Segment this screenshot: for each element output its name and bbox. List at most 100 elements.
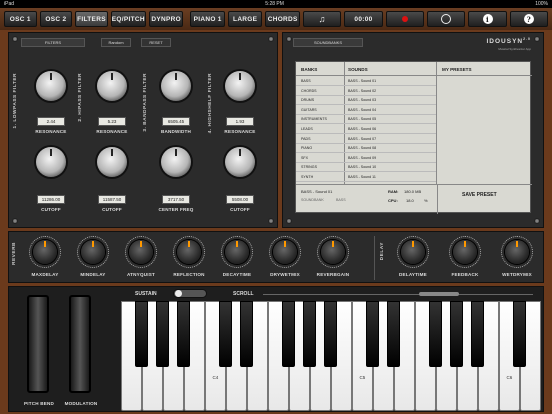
- row-divider: [296, 123, 344, 125]
- black-key[interactable]: [177, 301, 191, 367]
- header-divider: [296, 75, 532, 76]
- sound-item[interactable]: BASS - Sound 08: [348, 146, 376, 150]
- reverb-section-label: REVERB: [12, 242, 17, 265]
- bandpass-bandwidth-knob[interactable]: [161, 71, 191, 101]
- bank-item[interactable]: STRINGS: [301, 165, 317, 169]
- scroll-thumb[interactable]: [419, 292, 459, 296]
- modulation-wheel[interactable]: [69, 295, 91, 393]
- highshelf-cutoff-knob[interactable]: [225, 147, 255, 177]
- bank-item[interactable]: SFX: [301, 156, 308, 160]
- hipass-resonance-value: 5.23: [98, 117, 126, 126]
- row-divider: [344, 94, 436, 96]
- bank-item[interactable]: LEADS: [301, 127, 313, 131]
- globe-icon: [441, 14, 452, 24]
- black-key[interactable]: [324, 301, 338, 367]
- octave-label: C6: [506, 375, 513, 380]
- reverb-atnyquist-knob[interactable]: [129, 240, 153, 264]
- black-key[interactable]: [450, 301, 464, 367]
- lowpass-cutoff-knob[interactable]: [36, 147, 66, 177]
- tab-filters[interactable]: FILTERS: [75, 11, 108, 27]
- black-key[interactable]: [513, 301, 527, 367]
- current-sound: BASS - Sound 01: [301, 189, 333, 194]
- scroll-track[interactable]: [263, 294, 533, 295]
- reverb-reverbgain-knob[interactable]: [321, 240, 345, 264]
- black-key[interactable]: [303, 301, 317, 367]
- hipass-resonance-knob[interactable]: [97, 71, 127, 101]
- ram-value: 180.0 MB: [404, 189, 422, 194]
- random-button[interactable]: Random: [101, 38, 131, 47]
- sustain-toggle-thumb: [175, 290, 182, 297]
- sound-item[interactable]: BASS - Sound 05: [348, 117, 376, 121]
- keyboard-size-button[interactable]: LARGE: [227, 11, 263, 27]
- reset-button[interactable]: RESET: [141, 38, 171, 47]
- sound-item[interactable]: BASS - Sound 06: [348, 127, 376, 131]
- sustain-toggle[interactable]: [173, 289, 207, 298]
- highshelf-resonance-knob[interactable]: [225, 71, 255, 101]
- sound-item[interactable]: BASS - Sound 10: [348, 165, 376, 169]
- tab-eq-pitch[interactable]: EQ/PITCH: [110, 11, 146, 27]
- tab-dynpro[interactable]: DYNPRO: [148, 11, 184, 27]
- row-divider: [344, 181, 436, 182]
- black-key[interactable]: [219, 301, 233, 367]
- reverb-decaytime-knob[interactable]: [225, 240, 249, 264]
- black-key[interactable]: [282, 301, 296, 367]
- effects-panel: REVERB DELAY MAXDELAY MINDELAY ATNYQUIST RE…: [8, 231, 544, 283]
- sound-item[interactable]: BASS - Sound 09: [348, 156, 376, 160]
- footer-divider: [437, 185, 438, 214]
- bank-item[interactable]: GUITARS: [301, 108, 317, 112]
- black-key[interactable]: [387, 301, 401, 367]
- bank-item[interactable]: SYNTH: [301, 175, 313, 179]
- delay-feedback-knob[interactable]: [453, 240, 477, 264]
- pitch-bend-wheel[interactable]: [27, 295, 49, 393]
- delay-feedback-label: FEEDBACK: [451, 272, 479, 277]
- bank-item[interactable]: DRUMS: [301, 98, 314, 102]
- black-key[interactable]: [429, 301, 443, 367]
- delay-delaytime-knob[interactable]: [401, 240, 425, 264]
- bank-item[interactable]: BASS: [301, 79, 311, 83]
- bank-item[interactable]: PADS: [301, 137, 311, 141]
- preset-piano1-button[interactable]: PIANO 1: [190, 11, 225, 27]
- row-divider: [344, 113, 436, 115]
- reverb-mindelay-knob[interactable]: [81, 240, 105, 264]
- battery-level: 100%: [535, 1, 548, 7]
- tab-osc1[interactable]: OSC 1: [4, 11, 37, 27]
- delay-wetdrymix-knob[interactable]: [505, 240, 529, 264]
- sound-item[interactable]: BASS - Sound 03: [348, 98, 376, 102]
- save-preset-button[interactable]: SAVE PRESET: [462, 192, 497, 198]
- highshelf-cutoff-label: CUTOFF: [230, 207, 250, 212]
- reverb-drywetmix-knob[interactable]: [273, 240, 297, 264]
- help-button[interactable]: ?: [509, 11, 549, 27]
- globe-button[interactable]: [426, 11, 466, 27]
- screw-icon: [286, 218, 292, 224]
- bank-item[interactable]: PIANO: [301, 146, 312, 150]
- lowpass-resonance-knob[interactable]: [36, 71, 66, 101]
- screw-icon: [268, 36, 274, 42]
- lowpass-resonance-value: 2.44: [37, 117, 65, 126]
- record-button[interactable]: [385, 11, 424, 27]
- sound-item[interactable]: BASS - Sound 02: [348, 89, 376, 93]
- black-key[interactable]: [471, 301, 485, 367]
- bandpass-center-freq-knob[interactable]: [161, 147, 191, 177]
- sound-item[interactable]: BASS - Sound 01: [348, 79, 376, 83]
- info-button[interactable]: i: [468, 11, 507, 27]
- sound-item[interactable]: BASS - Sound 07: [348, 137, 376, 141]
- soundbanks-panel: SOUNDBANKS IDOUSYN2.0 Musical Synthesize…: [282, 32, 544, 228]
- reverb-maxdelay-knob[interactable]: [33, 240, 57, 264]
- sound-item[interactable]: BASS - Sound 11: [348, 175, 376, 179]
- black-key[interactable]: [135, 301, 149, 367]
- music-note-button[interactable]: ♫: [302, 11, 342, 27]
- sound-item[interactable]: BASS - Sound 04: [348, 108, 376, 112]
- black-key[interactable]: [240, 301, 254, 367]
- row-divider: [296, 142, 344, 144]
- hipass-cutoff-knob[interactable]: [97, 147, 127, 177]
- highshelf-cutoff-value: 5508.00: [226, 195, 254, 204]
- bank-item[interactable]: INSTRUMENTS: [301, 117, 327, 121]
- sounds-column-header: SOUNDS: [348, 67, 368, 72]
- bank-item[interactable]: CHORDS: [301, 89, 317, 93]
- black-key[interactable]: [156, 301, 170, 367]
- tab-osc2[interactable]: OSC 2: [39, 11, 73, 27]
- black-key[interactable]: [366, 301, 380, 367]
- chords-button[interactable]: CHORDS: [265, 11, 300, 27]
- row-divider: [296, 161, 344, 163]
- reverb-reflection-knob[interactable]: [177, 240, 201, 264]
